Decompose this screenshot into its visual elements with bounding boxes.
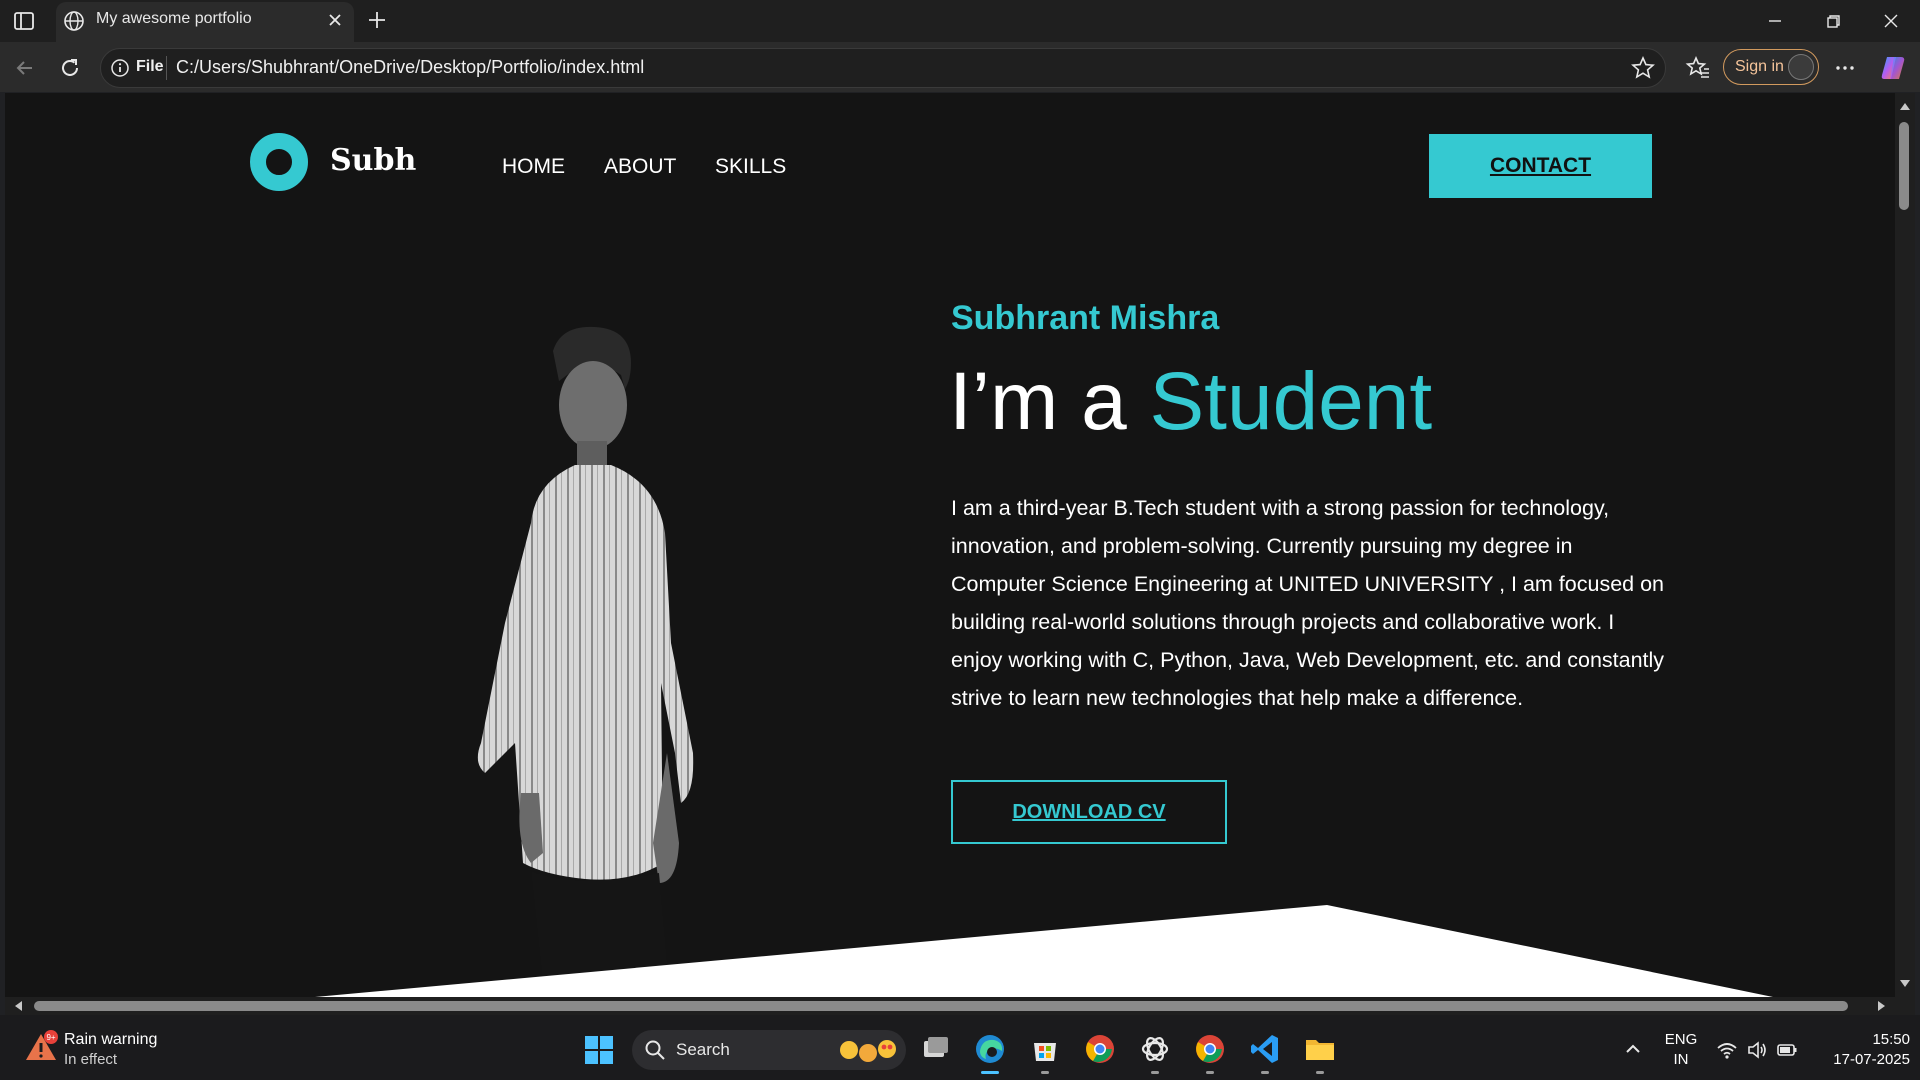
tab-title: My awesome portfolio [96,10,252,27]
back-arrow-icon[interactable] [12,55,38,81]
address-divider [166,56,167,80]
browser-window: My awesome portfolio File C:/Users/Shubh… [0,0,1920,1080]
refresh-icon[interactable] [57,55,83,81]
restore-icon[interactable] [1820,8,1846,34]
microsoft-store-icon[interactable] [1027,1031,1063,1067]
profile-avatar [1788,54,1814,80]
search-icon [645,1040,665,1060]
close-tab-icon[interactable] [325,10,345,30]
scroll-down-icon[interactable] [1898,976,1912,990]
battery-icon[interactable] [1776,1039,1798,1061]
copilot-icon[interactable] [1878,53,1908,83]
chatgpt-indicator [1151,1071,1159,1074]
task-view-icon[interactable] [918,1031,954,1067]
chrome-icon[interactable] [1082,1031,1118,1067]
new-tab-icon[interactable] [365,8,389,32]
weather-subtitle: In effect [64,1051,118,1068]
clock-date: 17-07-2025 [1833,1051,1910,1068]
volume-icon[interactable] [1746,1039,1768,1061]
language-region: IN [1673,1051,1689,1068]
scroll-right-icon[interactable] [1874,999,1888,1013]
weather-warning-icon[interactable]: 9+ [22,1028,60,1066]
file-explorer-indicator [1316,1071,1324,1074]
more-options-icon[interactable] [1832,55,1858,81]
scroll-up-icon[interactable] [1898,100,1912,114]
language-code[interactable]: ENG [1664,1031,1698,1048]
site-info-icon[interactable] [110,58,130,78]
edge-active-indicator [981,1071,999,1074]
sign-in-label: Sign in [1735,58,1784,75]
weather-title[interactable]: Rain warning [64,1031,157,1049]
chatgpt-icon[interactable] [1137,1031,1173,1067]
globe-icon [64,11,84,31]
wifi-icon[interactable] [1716,1039,1738,1061]
windows-start-icon[interactable] [584,1035,614,1065]
chevron-up-icon[interactable] [1622,1038,1644,1060]
minimize-icon[interactable] [1762,8,1788,34]
file-explorer-icon[interactable] [1302,1031,1338,1067]
chrome-profile-indicator [1206,1071,1214,1074]
clock-time[interactable]: 15:50 [1810,1031,1910,1048]
horizontal-scroll-thumb[interactable] [34,1001,1848,1011]
tab-actions-icon[interactable] [12,9,36,33]
vscode-icon[interactable] [1247,1031,1283,1067]
favorites-icon[interactable] [1685,55,1711,81]
vscode-indicator [1261,1071,1269,1074]
vertical-scrollbar[interactable] [1895,93,1915,997]
chrome-profile-icon[interactable] [1192,1031,1228,1067]
decorative-wedge [315,905,1773,997]
vertical-scroll-thumb[interactable] [1899,122,1909,210]
weather-badge: 9+ [46,1033,55,1042]
page-viewport: Subh HOME ABOUT SKILLS CONTACT Subhrant … [5,93,1895,997]
search-label: Search [676,1040,730,1059]
close-window-icon[interactable] [1878,8,1904,34]
search-highlight-icon [840,1040,896,1062]
scroll-left-icon[interactable] [12,999,26,1013]
url-text[interactable]: C:/Users/Shubhrant/OneDrive/Desktop/Port… [176,57,644,78]
edge-icon[interactable] [972,1031,1008,1067]
store-indicator [1041,1071,1049,1074]
favorite-star-icon[interactable] [1630,55,1656,81]
address-scheme: File [136,58,164,75]
